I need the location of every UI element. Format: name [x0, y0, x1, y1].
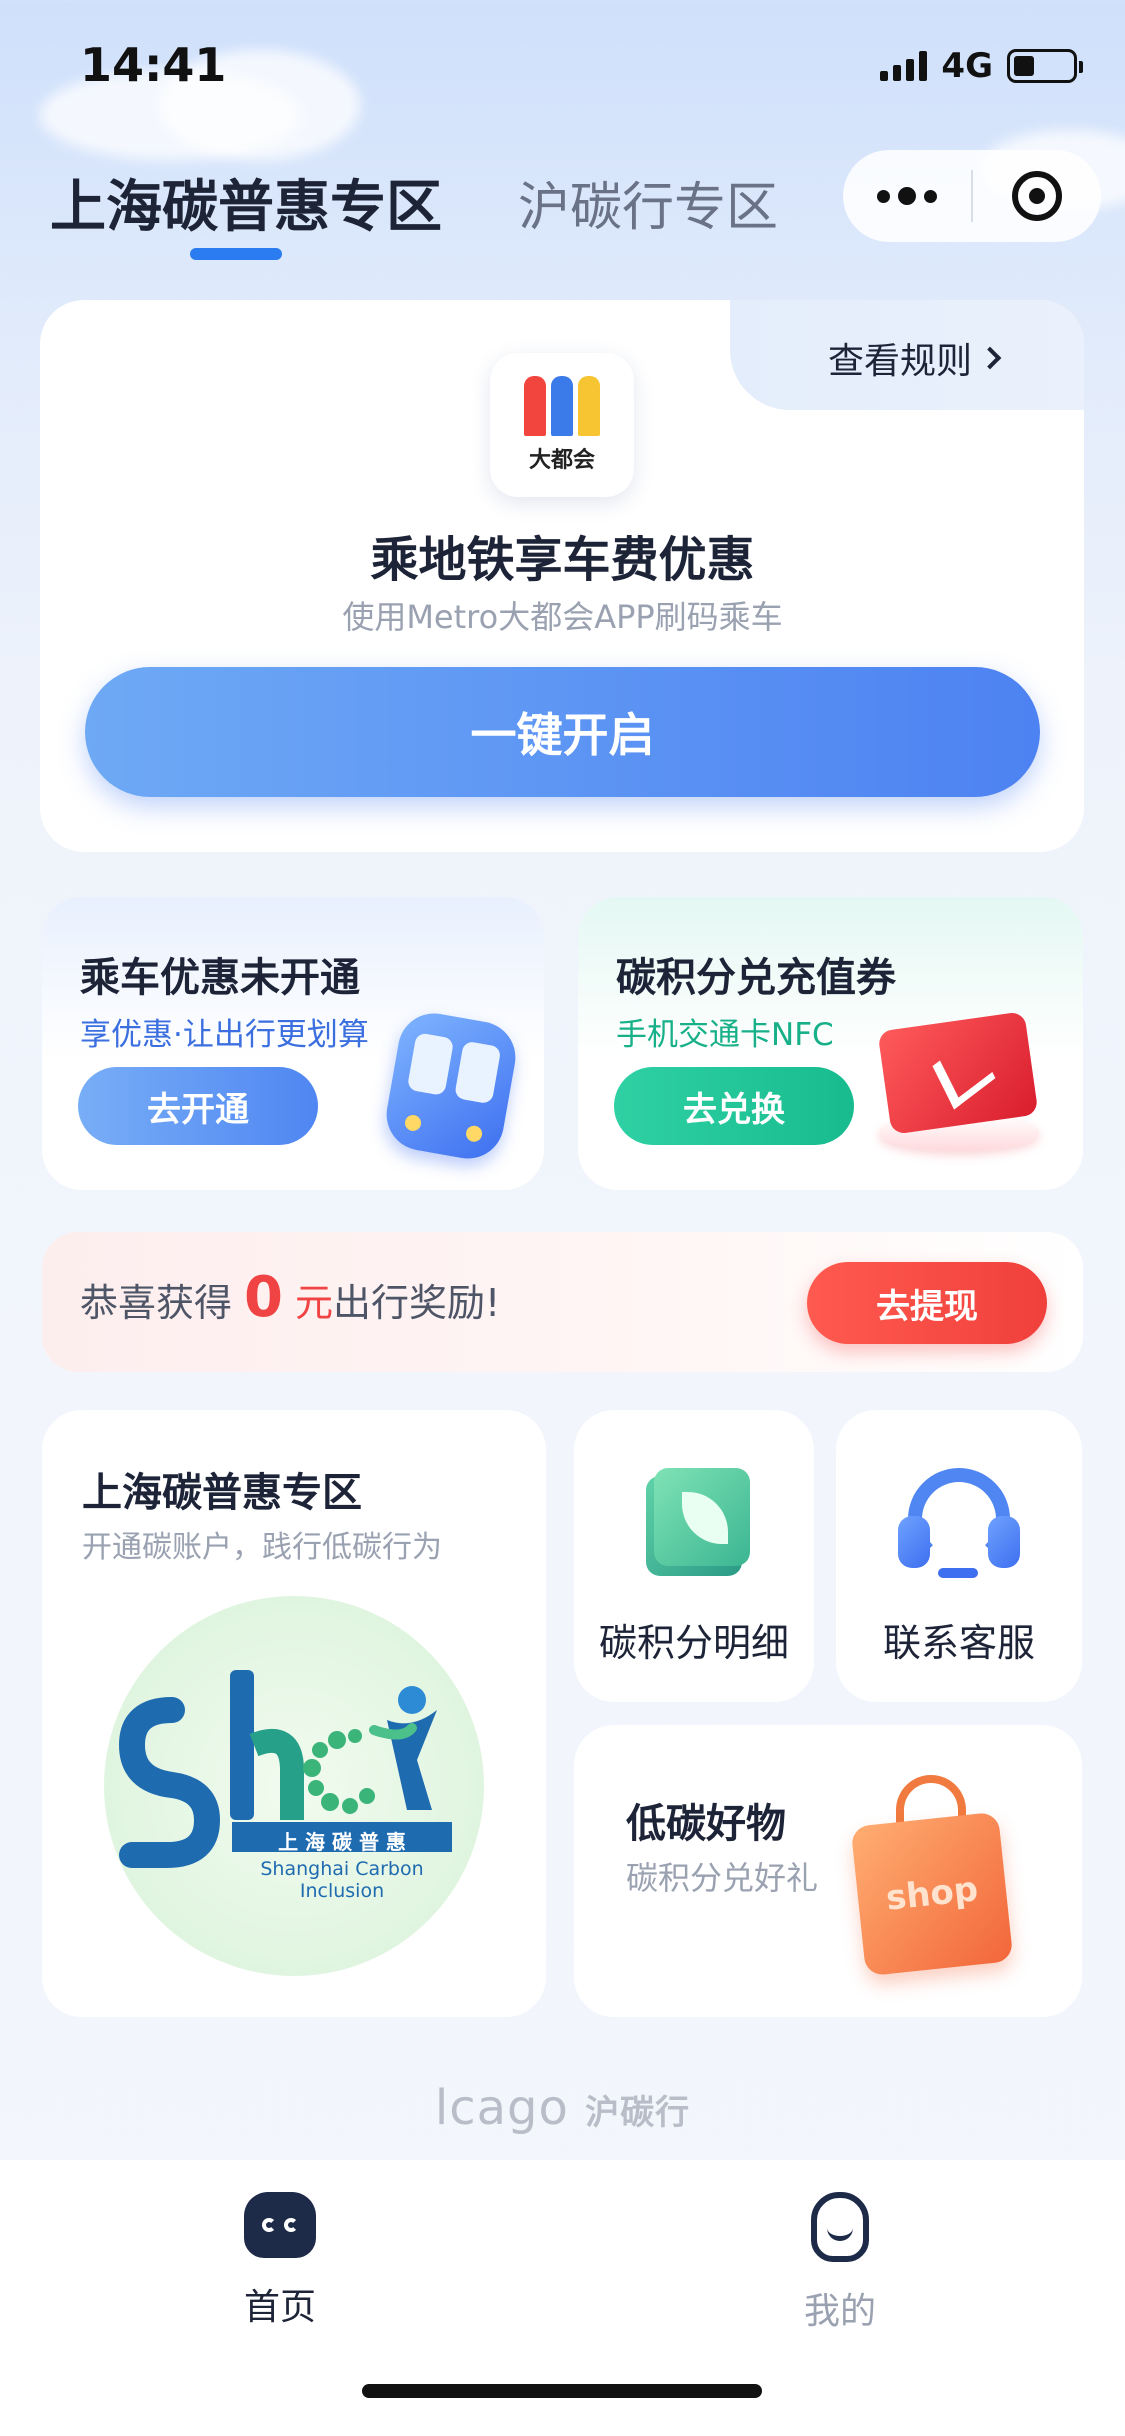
shop-subtitle: 碳积分兑好礼 [626, 1859, 819, 1897]
customer-service-label: 联系客服 [882, 1621, 1035, 1665]
reward-suffix: 出行奖励! [333, 1281, 501, 1325]
tab-mine[interactable]: 我的 [740, 2192, 940, 2334]
battery-icon [1007, 49, 1083, 83]
reward-amount: 0 [244, 1265, 283, 1330]
customer-service-card[interactable]: 联系客服 [836, 1410, 1082, 1702]
metro-card-subtitle: 使用Metro大都会APP刷码乘车 [342, 598, 783, 636]
points-detail-label: 碳积分明细 [598, 1621, 789, 1665]
withdraw-button[interactable]: 去提现 [807, 1262, 1047, 1344]
more-dots-icon [877, 189, 890, 203]
network-type: 4G [941, 46, 993, 86]
chevron-right-icon [978, 346, 1002, 370]
bag-label: shop [884, 1869, 980, 1919]
view-rules-label: 查看规则 [828, 341, 973, 382]
reward-prefix: 恭喜获得 [80, 1281, 233, 1325]
shopping-bag-icon: shop [850, 1775, 1014, 1977]
transit-card-icon [874, 1011, 1044, 1155]
headset-icon [894, 1462, 1024, 1592]
tab-home-label: 首页 [243, 2287, 316, 2328]
ride-discount-title: 乘车优惠未开通 [80, 955, 360, 1001]
metro-train-icon [372, 1007, 522, 1165]
hutanxing-brand-logo: lcago 沪碳行 [0, 2080, 1125, 2136]
more-options-button[interactable] [843, 150, 971, 242]
shci-logo-chinese: 上 海 碳 普 惠 [278, 1830, 406, 1854]
miniprogram-capsule [843, 150, 1101, 242]
recharge-voucher-subtitle: 手机交通卡NFC [616, 1017, 834, 1053]
status-time: 14:41 [80, 38, 227, 92]
brand-logo-text: lcago [434, 2080, 569, 2136]
shci-logo-english: Shanghai Carbon Inclusion [260, 1858, 424, 1902]
recharge-voucher-title: 碳积分兑充值券 [616, 955, 896, 1001]
shop-title: 低碳好物 [626, 1801, 786, 1847]
green-notebook-icon [636, 1468, 752, 1578]
carbon-inclusion-zone-card[interactable]: 上海碳普惠专区 开通碳账户，践行低碳行为 上 海 碳 普 惠 Shanghai … [42, 1410, 546, 2017]
ride-discount-card[interactable]: 乘车优惠未开通 享优惠·让出行更划算 去开通 [42, 897, 544, 1190]
home-mascot-icon [244, 2192, 316, 2258]
reward-message: 恭喜获得 0 元 出行奖励! [80, 1270, 500, 1327]
home-indicator[interactable] [362, 2384, 762, 2398]
redeem-button[interactable]: 去兑换 [614, 1067, 854, 1145]
tab-home[interactable]: 首页 [180, 2192, 380, 2330]
ride-discount-subtitle: 享优惠·让出行更划算 [80, 1017, 369, 1053]
close-miniprogram-button[interactable] [973, 150, 1101, 242]
profile-icon [811, 2192, 869, 2262]
signal-icon [880, 51, 928, 81]
view-rules-link[interactable]: 查看规则 [828, 332, 1002, 384]
carbon-zone-subtitle: 开通碳账户，践行低碳行为 [82, 1530, 442, 1565]
one-tap-enable-button[interactable]: 一键开启 [85, 667, 1040, 797]
brand-name: 沪碳行 [585, 2093, 691, 2133]
tab-carbon-inclusion[interactable]: 上海碳普惠专区 [50, 162, 442, 243]
status-indicators: 4G [880, 46, 1083, 86]
low-carbon-shop-card[interactable]: 低碳好物 碳积分兑好礼 shop [574, 1725, 1082, 2017]
metro-app-logo: 大都会 [490, 353, 634, 497]
metro-logo-icon [524, 376, 600, 436]
metro-card-title: 乘地铁享车费优惠 [370, 532, 755, 588]
reward-unit: 元 [294, 1281, 333, 1325]
activate-button[interactable]: 去开通 [78, 1067, 318, 1145]
tab-hutanxing[interactable]: 沪碳行专区 [518, 165, 778, 240]
points-detail-card[interactable]: 碳积分明细 [574, 1410, 814, 1702]
tab-mine-label: 我的 [803, 2291, 876, 2332]
close-target-icon [1012, 171, 1062, 221]
active-tab-indicator [190, 248, 282, 260]
carbon-zone-title: 上海碳普惠专区 [82, 1470, 362, 1516]
metro-logo-text: 大都会 [528, 448, 595, 473]
recharge-voucher-card[interactable]: 碳积分兑充值券 手机交通卡NFC 去兑换 [578, 897, 1083, 1190]
travel-reward-banner: 恭喜获得 0 元 出行奖励! 去提现 [42, 1232, 1083, 1372]
